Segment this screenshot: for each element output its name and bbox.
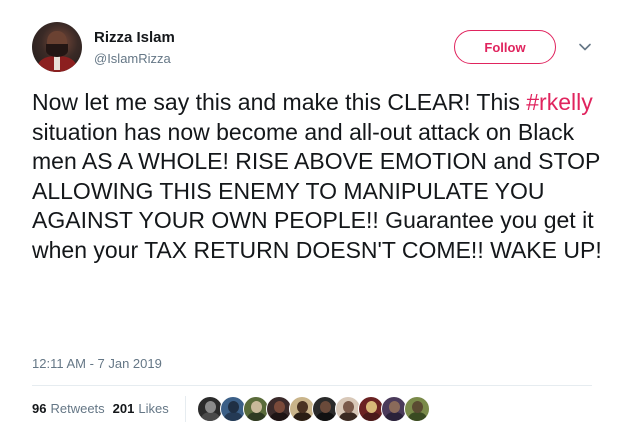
- hashtag-link[interactable]: #rkelly: [526, 89, 592, 115]
- tweet-text-part: Now let me say this and make this CLEAR!…: [32, 89, 527, 115]
- liker-body: [385, 412, 404, 421]
- likes-count: 201: [112, 401, 135, 416]
- author-avatar[interactable]: [32, 22, 82, 72]
- liker-body: [339, 412, 358, 421]
- likes-stat[interactable]: 201 Likes: [113, 401, 169, 417]
- liker-head: [297, 401, 308, 413]
- likes-label: Likes: [138, 401, 169, 416]
- author-handle[interactable]: @IslamRizza: [94, 51, 171, 67]
- liker-body: [224, 412, 243, 421]
- avatar-beard: [46, 44, 68, 57]
- chevron-down-icon[interactable]: [578, 40, 592, 54]
- avatar-collar: [54, 56, 60, 70]
- liker-body: [201, 412, 220, 421]
- liker-head: [412, 401, 423, 413]
- author-name[interactable]: Rizza Islam: [94, 29, 175, 47]
- liker-body: [247, 412, 266, 421]
- tweet-text-part: situation has now become and all-out att…: [32, 118, 602, 263]
- liker-head: [366, 401, 377, 413]
- tweet-text: Now let me say this and make this CLEAR!…: [32, 88, 602, 265]
- divider: [32, 385, 592, 386]
- retweets-label: Retweets: [50, 401, 105, 416]
- liker-body: [270, 412, 289, 421]
- tweet-timestamp[interactable]: 12:11 AM - 7 Jan 2019: [32, 356, 162, 372]
- liker-head: [251, 401, 262, 413]
- tweet-stats: 96 Retweets 201 Likes: [32, 401, 169, 417]
- liker-body: [408, 412, 427, 421]
- liker-head: [205, 401, 216, 413]
- liker-body: [293, 412, 312, 421]
- tweet-card: Rizza Islam @IslamRizza Follow Now let m…: [0, 0, 623, 427]
- likers-avatar-list: [197, 396, 430, 424]
- liker-head: [228, 401, 239, 413]
- liker-head: [274, 401, 285, 413]
- liker-head: [343, 401, 354, 413]
- liker-avatar-10[interactable]: [404, 396, 430, 422]
- liker-head: [389, 401, 400, 413]
- retweets-count: 96: [32, 401, 47, 416]
- retweets-stat[interactable]: 96 Retweets: [32, 401, 105, 417]
- liker-body: [362, 412, 381, 421]
- liker-head: [320, 401, 331, 413]
- liker-body: [316, 412, 335, 421]
- stats-separator: [185, 396, 186, 422]
- follow-button[interactable]: Follow: [454, 30, 556, 64]
